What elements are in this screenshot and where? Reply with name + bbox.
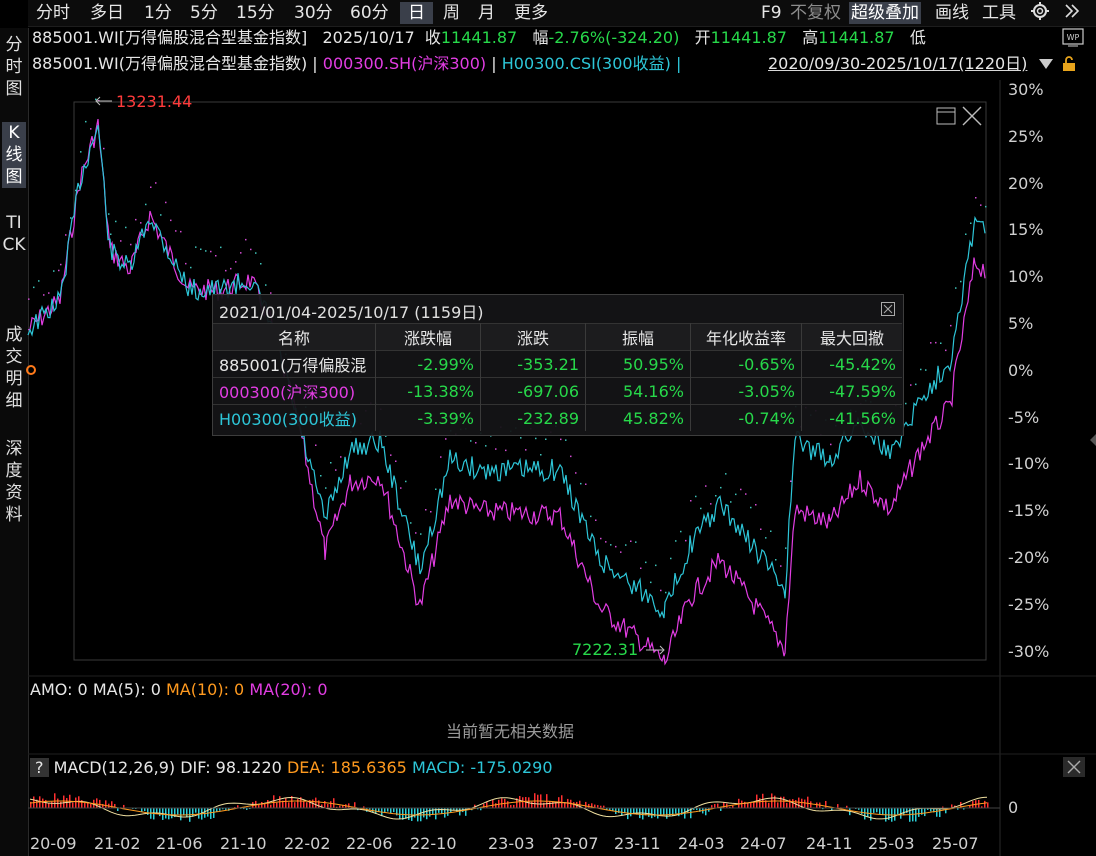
- amo-label: AMO: 0: [30, 680, 88, 699]
- table-cell: 45.82%: [585, 404, 691, 431]
- close-icon[interactable]: [962, 106, 982, 126]
- y-tick-label: 15%: [1008, 220, 1044, 240]
- amo-indicator-line: AMO: 0 MA(5): 0 MA(10): 0 MA(20): 0: [30, 680, 328, 700]
- macd-value: MACD: -175.0290: [411, 758, 553, 777]
- row-name: 885001(万得偏股混: [213, 350, 376, 378]
- col-header-annual-return: 年化收益率: [690, 323, 802, 351]
- scroll-handle[interactable]: [1090, 434, 1096, 446]
- col-header-amplitude: 振幅: [585, 323, 691, 351]
- range-stats-title: 2021/01/04-2025/10/17 (1159日): [219, 303, 484, 322]
- x-tick-label: 24-11: [806, 834, 853, 853]
- x-tick-label: 21-10: [220, 834, 267, 853]
- y-tick-label: 5%: [1008, 314, 1034, 333]
- x-tick-label: 24-07: [740, 834, 787, 853]
- col-header-change-pct: 涨跌幅: [375, 323, 481, 351]
- maximize-icon[interactable]: [936, 107, 956, 125]
- y-tick-label: -25%: [1008, 594, 1050, 614]
- table-cell: -353.21: [480, 350, 586, 378]
- table-cell: -697.06: [480, 377, 586, 405]
- table-cell: -3.05%: [690, 377, 802, 405]
- macd-dea: DEA: 185.6365: [286, 758, 407, 777]
- x-tick-label: 22-06: [346, 834, 393, 853]
- x-tick-label: 22-10: [410, 834, 457, 853]
- macd-name[interactable]: MACD(12,26,9): [54, 758, 176, 777]
- table-cell: -0.65%: [690, 350, 802, 378]
- table-row[interactable]: 885001(万得偏股混 -2.99% -353.21 50.95% -0.65…: [213, 350, 902, 378]
- macd-close-icon[interactable]: [1063, 757, 1085, 777]
- x-tick-label: 23-11: [614, 834, 661, 853]
- min-value-label: 7222.31: [572, 640, 639, 659]
- y-tick-label: 25%: [1008, 126, 1044, 146]
- ma10-label: MA(10): 0: [165, 680, 245, 699]
- x-tick-label: 23-03: [488, 834, 535, 853]
- close-icon[interactable]: [881, 301, 895, 320]
- x-tick-label: 20-09: [30, 834, 77, 853]
- x-tick-label: 24-03: [678, 834, 725, 853]
- col-header-name: 名称: [213, 323, 376, 351]
- row-name: H00300(300收益): [213, 404, 376, 431]
- macd-zero-label: 0: [1008, 798, 1019, 817]
- table-cell: 54.16%: [585, 377, 691, 405]
- table-cell: -2.99%: [375, 350, 481, 378]
- table-cell: -13.38%: [375, 377, 481, 405]
- origin-marker: [26, 365, 36, 375]
- y-tick-label: -5%: [1008, 407, 1040, 427]
- table-cell: -47.59%: [801, 377, 902, 405]
- table-cell: 50.95%: [585, 350, 691, 378]
- ma20-label: MA(20): 0: [249, 680, 328, 699]
- table-cell: -3.39%: [375, 404, 481, 431]
- y-tick-label: -20%: [1008, 548, 1050, 567]
- y-tick-label: 10%: [1008, 267, 1044, 287]
- x-tick-label: 21-02: [94, 834, 141, 853]
- y-tick-label: -15%: [1008, 501, 1050, 521]
- table-cell: -45.42%: [801, 350, 902, 378]
- help-button[interactable]: ?: [30, 758, 49, 777]
- y-tick-label: 0%: [1008, 360, 1034, 380]
- x-tick-label: 22-02: [284, 834, 331, 853]
- max-value-label: 13231.44: [116, 92, 193, 111]
- macd-indicator-line: ? MACD(12,26,9) DIF: 98.1220 DEA: 185.63…: [30, 758, 553, 778]
- col-header-max-drawdown: 最大回撤: [801, 323, 902, 351]
- y-tick-label: -10%: [1008, 454, 1050, 474]
- col-header-change: 涨跌: [480, 323, 586, 351]
- row-name: 000300(沪深300): [213, 377, 376, 405]
- table-cell: -41.56%: [801, 404, 902, 431]
- table-cell: -232.89: [480, 404, 586, 431]
- y-tick-label: 30%: [1008, 80, 1044, 99]
- min-arrow-icon: [646, 645, 665, 655]
- table-row[interactable]: H00300(300收益) -3.39% -232.89 45.82% -0.7…: [213, 404, 902, 431]
- range-stats-panel: 2021/01/04-2025/10/17 (1159日) 名称 涨跌幅 涨跌 …: [212, 294, 904, 436]
- ma5-label: MA(5): 0: [92, 680, 161, 699]
- x-tick-label: 21-06: [156, 834, 203, 853]
- y-tick-label: -30%: [1008, 641, 1050, 661]
- x-tick-label: 25-07: [932, 834, 979, 853]
- range-stats-table: 名称 涨跌幅 涨跌 振幅 年化收益率 最大回撤 885001(万得偏股混 -2.…: [213, 323, 902, 431]
- table-row[interactable]: 000300(沪深300) -13.38% -697.06 54.16% -3.…: [213, 377, 902, 405]
- table-cell: -0.74%: [690, 404, 802, 431]
- y-tick-label: 20%: [1008, 173, 1044, 193]
- macd-dif: DIF: 98.1220: [180, 758, 282, 777]
- max-arrow-icon: [95, 96, 112, 106]
- x-tick-label: 23-07: [552, 834, 599, 853]
- no-data-message: 当前暂无相关数据: [446, 722, 575, 741]
- x-tick-label: 25-03: [868, 834, 915, 853]
